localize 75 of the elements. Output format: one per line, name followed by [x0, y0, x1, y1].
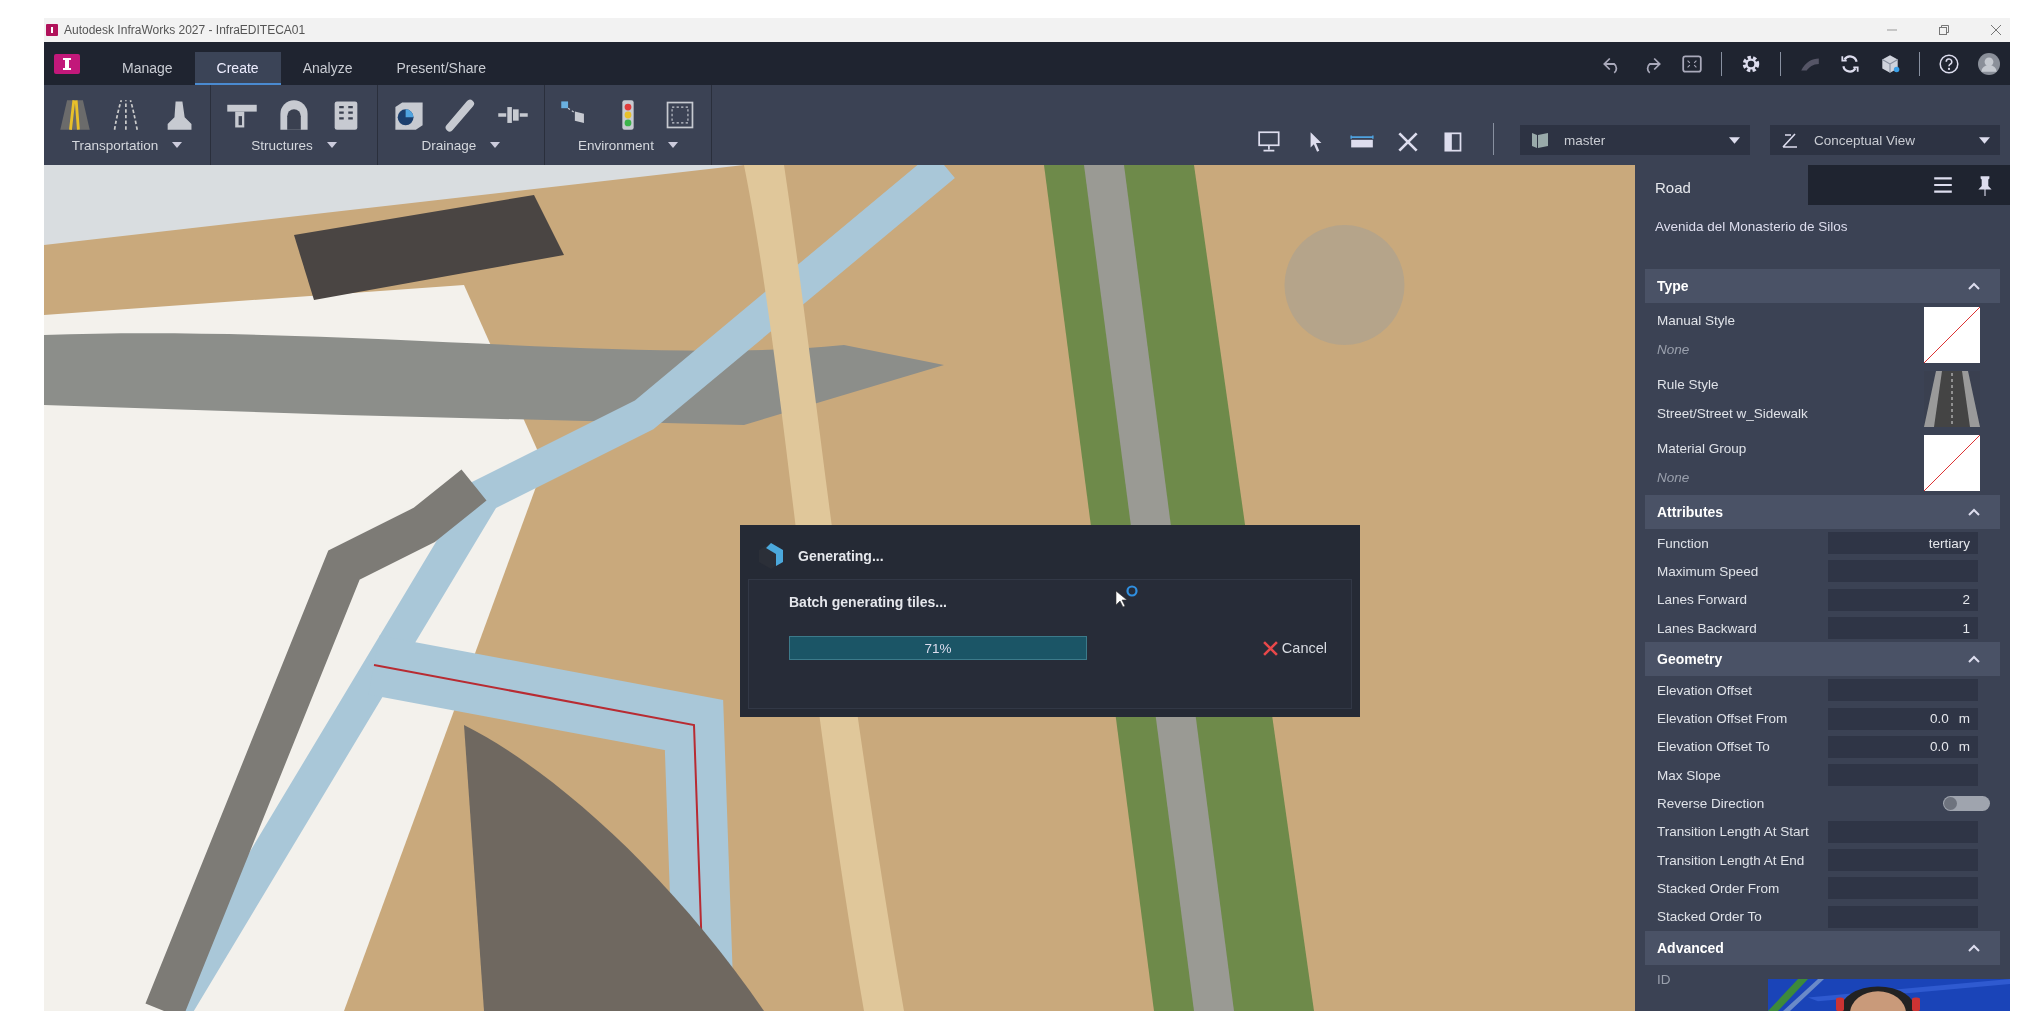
window-title: Autodesk InfraWorks 2027 - InfraEDITECA01	[64, 23, 306, 37]
property-label: Elevation Offset From	[1657, 711, 1788, 727]
section-title: Attributes	[1657, 504, 1724, 520]
property-label: Maximum Speed	[1657, 563, 1759, 579]
caret-icon	[667, 142, 678, 148]
ribbon-tab[interactable]: Manage	[100, 52, 195, 85]
monitor-icon[interactable]	[1257, 129, 1283, 155]
restore-icon[interactable]	[1938, 24, 1950, 36]
help-icon[interactable]	[1938, 52, 1960, 75]
menu-icon[interactable]	[1932, 174, 1954, 196]
avatar-icon[interactable]	[1978, 52, 2000, 75]
property-field[interactable]: 2	[1828, 588, 1978, 611]
no-style-swatch[interactable]	[1924, 307, 1980, 363]
caret-icon	[326, 142, 337, 148]
close-icon[interactable]	[1990, 24, 2002, 36]
property-field[interactable]: 0.0 m	[1828, 707, 1978, 730]
ribbon-tab[interactable]: Analyze	[280, 52, 375, 85]
style-value: None	[1657, 470, 1691, 485]
property-label: Transition Length At End	[1657, 852, 1805, 868]
caret-icon	[1979, 136, 1990, 144]
section-header[interactable]: Geometry	[1645, 642, 2000, 677]
tunnel-icon[interactable]	[277, 97, 311, 132]
cube-icon[interactable]	[1879, 52, 1901, 75]
ribbon-tab[interactable]: Present/Share	[374, 52, 508, 85]
ribbon-group-dropdown[interactable]: Structures	[241, 137, 347, 153]
property-label: Reverse Direction	[1657, 796, 1765, 811]
property-label: Manual Style	[1657, 313, 1736, 328]
hexagon-logo-icon	[756, 541, 786, 571]
ribbon-group-dropdown[interactable]: Environment	[568, 137, 688, 153]
road-style-thumbnail[interactable]	[1924, 371, 1980, 427]
property-label: Lanes Forward	[1657, 592, 1748, 608]
dropdown[interactable]: master	[1520, 125, 1750, 155]
property-field[interactable]: 1	[1828, 617, 1978, 640]
close-icon	[1262, 640, 1278, 656]
road-lanes-icon[interactable]	[58, 97, 92, 132]
property-label: Function	[1657, 535, 1709, 551]
app-logo-icon[interactable]	[54, 53, 80, 74]
style-value: Street/Street w_Sidewalk	[1657, 406, 1808, 421]
property-label: Elevation Offset To	[1657, 739, 1770, 755]
property-label: Transition Length At Start	[1657, 824, 1809, 840]
property-label: Rule Style	[1657, 377, 1720, 392]
cancel-button[interactable]: Cancel	[1262, 638, 1327, 658]
section-header[interactable]: Advanced	[1645, 930, 2000, 965]
caret-icon	[172, 142, 183, 148]
sync-icon[interactable]	[1839, 52, 1861, 75]
property-label: Material Group	[1657, 441, 1747, 456]
object-name: Avenida del Monasterio de Silos	[1654, 218, 1849, 236]
section-title: Advanced	[1657, 939, 1724, 956]
toggle-switch[interactable]	[1943, 796, 1990, 811]
property-label: Max Slope	[1657, 767, 1721, 783]
caret-icon	[490, 142, 501, 148]
section-title: Type	[1657, 278, 1689, 294]
style-value: None	[1657, 342, 1691, 357]
property-label: Lanes Backward	[1657, 620, 1757, 636]
property-label: ID	[1657, 971, 1671, 987]
progress-message: Batch generating tiles...	[789, 594, 947, 610]
ribbon-group-dropdown[interactable]: Drainage	[411, 137, 511, 153]
map-icon	[1530, 130, 1550, 150]
property-label: Stacked Order From	[1657, 880, 1780, 896]
property-field[interactable]: tertiary	[1828, 532, 1978, 555]
app-icon	[46, 24, 58, 36]
ribbon-tab[interactable]: Create	[194, 52, 281, 85]
section-title: Geometry	[1657, 651, 1723, 668]
progress-bar: 71%	[789, 636, 1088, 660]
no-style-swatch[interactable]	[1924, 435, 1980, 491]
caret-icon	[1729, 136, 1740, 144]
property-label: Stacked Order To	[1657, 909, 1762, 925]
property-field[interactable]: 0.0 m	[1828, 735, 1978, 758]
property-label: Elevation Offset	[1657, 682, 1753, 698]
ribbon-group-dropdown[interactable]: Transportation	[61, 137, 193, 153]
dialog-title: Generating...	[798, 548, 884, 564]
fit-view-icon[interactable]	[1681, 52, 1703, 75]
section-header[interactable]: Type	[1645, 269, 2000, 303]
dropdown[interactable]: Conceptual View	[1770, 125, 2000, 155]
section-header[interactable]: Attributes	[1645, 495, 2000, 529]
